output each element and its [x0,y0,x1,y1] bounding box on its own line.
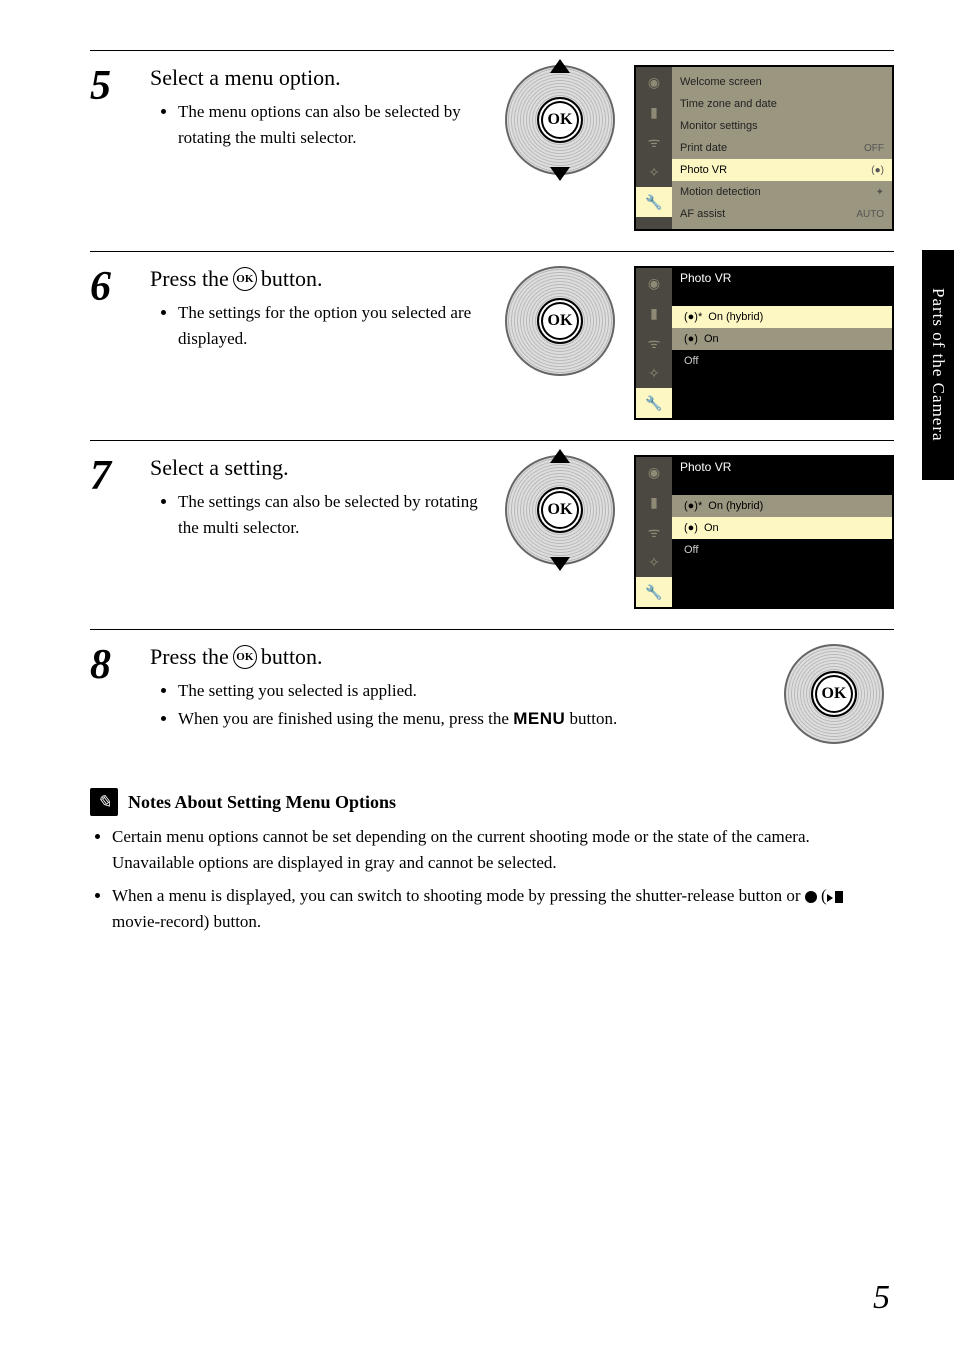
step-5: 5 Select a menu option. The menu options… [90,50,894,251]
step-bullet: The settings can also be selected by rot… [178,489,486,542]
record-dot-icon [805,891,817,903]
multi-selector-icon: OK [505,266,615,376]
location-icon: ✧ [636,358,672,388]
screen-title: Photo VR [672,457,892,477]
ok-button-icon: OK [811,671,857,717]
menu-item: Welcome screen [680,76,762,88]
page-number: 5 [873,1279,890,1317]
location-icon: ✧ [636,547,672,577]
step-title: Select a menu option. [150,65,486,91]
movie-icon: ▮ [636,487,672,517]
multi-selector-icon: OK [784,644,884,744]
multi-selector-icon: OK [505,455,615,565]
arrow-up-icon [550,449,570,463]
menu-item: Time zone and date [680,98,777,110]
setup-icon: 🔧 [636,388,672,418]
option: Off [684,355,698,367]
ok-button-icon: OK [233,267,257,291]
step-number: 8 [90,644,130,744]
notes-section: ✎ Notes About Setting Menu Options Certa… [90,788,894,935]
step-title: Select a setting. [150,455,486,481]
menu-item: Motion detection [680,186,761,198]
side-tab: Parts of the Camera [922,250,954,480]
side-tab-label: Parts of the Camera [928,288,948,442]
menu-item: Monitor settings [680,120,758,132]
wifi-icon: ᯤ [636,517,672,547]
wifi-icon: ᯤ [636,127,672,157]
step-bullet: The settings for the option you selected… [178,300,486,353]
option: On [704,522,719,534]
arrow-down-icon [550,167,570,181]
note-item: Certain menu options cannot be set depen… [112,824,894,877]
option: On [704,333,719,345]
menu-item: Print date [680,142,727,154]
ok-button-icon: OK [233,645,257,669]
step-title: Press the OK button. [150,266,486,292]
option: Off [684,544,698,556]
note-item: When a menu is displayed, you can switch… [112,883,894,936]
ok-button-icon: OK [537,97,583,143]
camera-screen: ◉ ▮ ᯤ ✧ 🔧 Photo VR (●)*On (hybrid) (●)On… [634,455,894,609]
screen-tabs: ◉ ▮ ᯤ ✧ 🔧 [636,268,672,418]
menu-button-label: MENU [513,709,565,728]
camera-icon: ◉ [636,268,672,298]
menu-item: Photo VR [680,164,727,176]
wifi-icon: ᯤ [636,328,672,358]
pencil-icon: ✎ [90,788,118,816]
arrow-up-icon [550,59,570,73]
ok-button-icon: OK [537,298,583,344]
camera-screen: ◉ ▮ ᯤ ✧ 🔧 Photo VR (●)*On (hybrid) (●)On… [634,266,894,420]
location-icon: ✧ [636,157,672,187]
screen-title: Photo VR [672,268,892,288]
camera-icon: ◉ [636,67,672,97]
screen-tabs: ◉ ▮ ᯤ ✧ 🔧 [636,457,672,607]
option: On (hybrid) [708,311,763,323]
ok-button-icon: OK [537,487,583,533]
step-8: 8 Press the OK button. The setting you s… [90,629,894,764]
step-title: Press the OK button. [150,644,760,670]
step-number: 5 [90,65,130,231]
step-6: 6 Press the OK button. The settings for … [90,251,894,440]
menu-item: AF assist [680,208,725,220]
step-7: 7 Select a setting. The settings can als… [90,440,894,629]
camera-screen: ◉ ▮ ᯤ ✧ 🔧 Welcome screen Time zone and d… [634,65,894,231]
step-bullet: The setting you selected is applied. [178,678,760,704]
step-bullet: When you are finished using the menu, pr… [178,706,760,732]
movie-record-icon [827,891,843,903]
setup-icon: 🔧 [636,187,672,217]
movie-icon: ▮ [636,97,672,127]
screen-tabs: ◉ ▮ ᯤ ✧ 🔧 [636,67,672,229]
arrow-down-icon [550,557,570,571]
camera-icon: ◉ [636,457,672,487]
movie-icon: ▮ [636,298,672,328]
notes-title: Notes About Setting Menu Options [128,792,396,813]
multi-selector-icon: OK [505,65,615,175]
setup-icon: 🔧 [636,577,672,607]
option: On (hybrid) [708,500,763,512]
step-bullet: The menu options can also be selected by… [178,99,486,152]
step-number: 6 [90,266,130,420]
step-number: 7 [90,455,130,609]
